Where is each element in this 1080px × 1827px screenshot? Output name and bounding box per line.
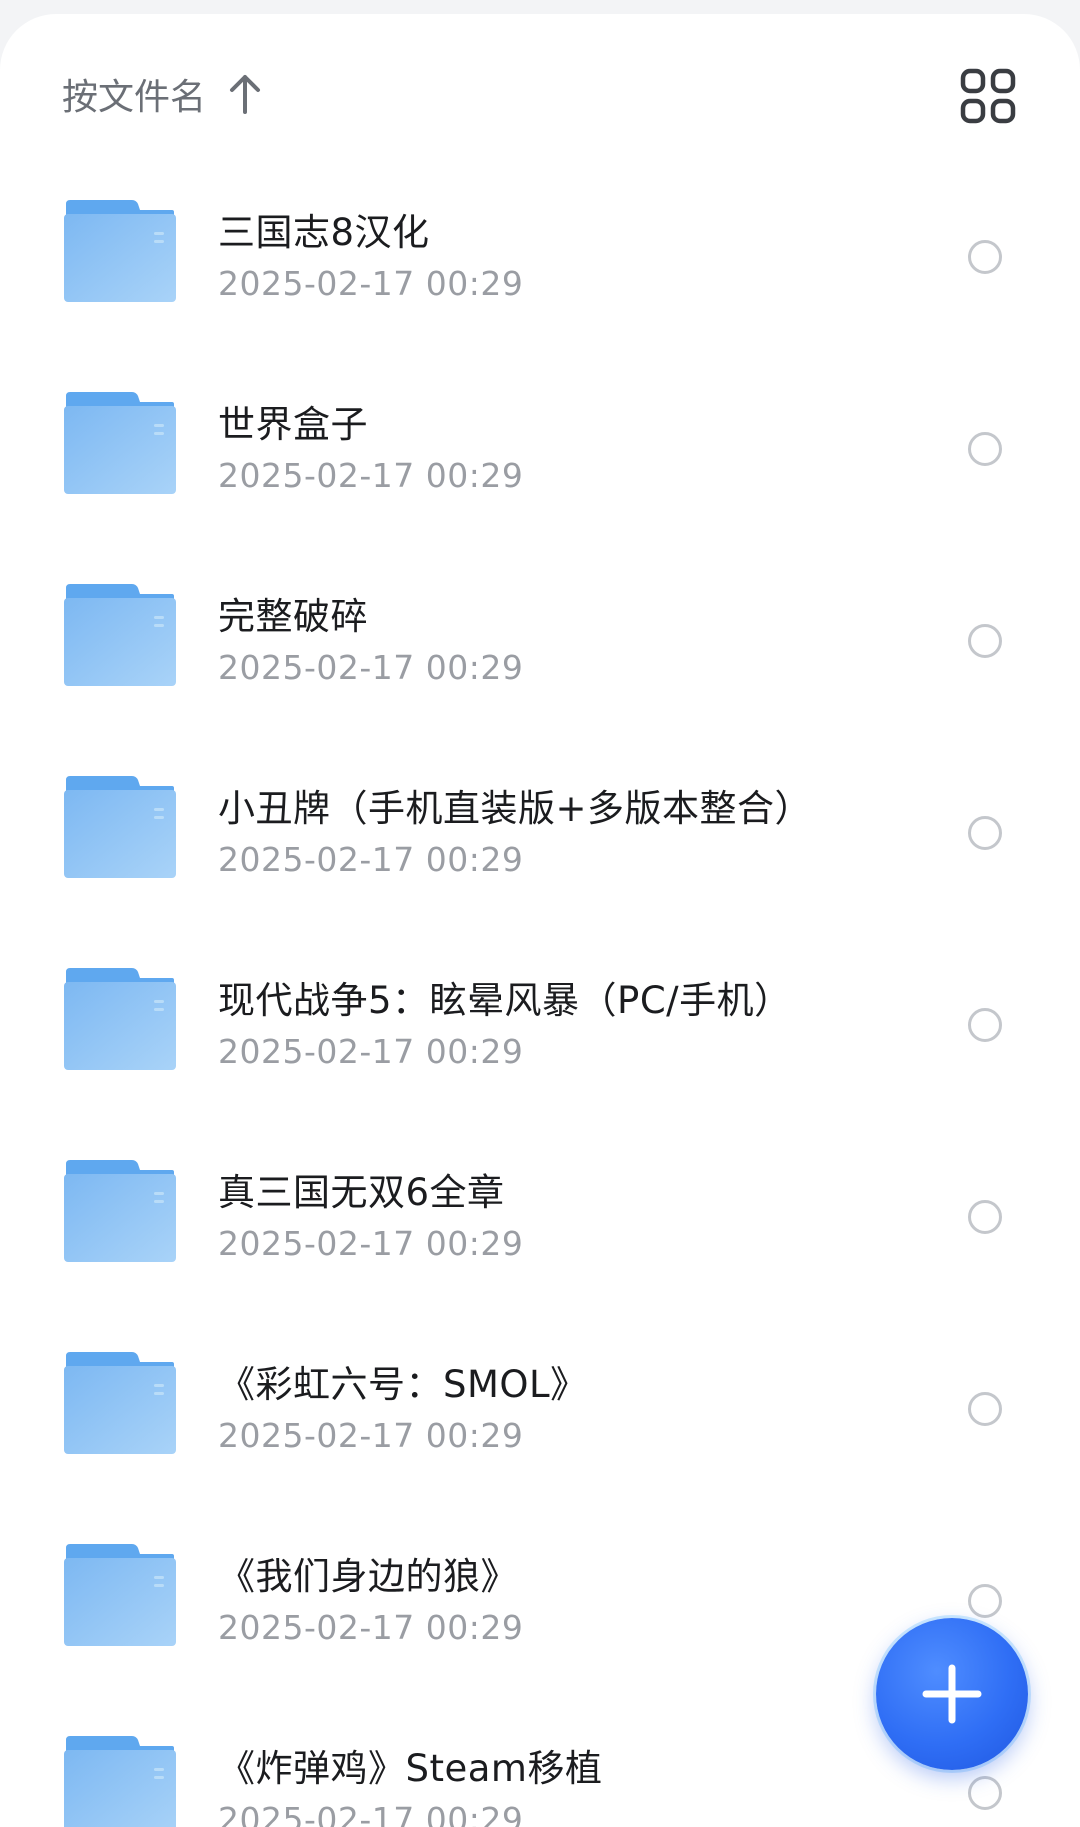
add-button[interactable] (876, 1618, 1028, 1770)
file-name: 世界盒子 (218, 403, 368, 446)
file-list-item[interactable]: 三国志8汉化 2025-02-17 00:29 (0, 164, 1080, 356)
plus-icon (920, 1662, 984, 1726)
file-list: 三国志8汉化 2025-02-17 00:29 世界盒子 2025-02-17 … (0, 164, 1080, 1827)
file-date: 2025-02-17 00:29 (218, 1224, 524, 1263)
select-checkbox[interactable] (968, 1776, 1002, 1810)
file-list-item[interactable]: 真三国无双6全章 2025-02-17 00:29 (0, 1124, 1080, 1316)
grid-view-icon (960, 68, 1016, 124)
select-checkbox[interactable] (968, 240, 1002, 274)
file-date: 2025-02-17 00:29 (218, 456, 524, 495)
folder-icon (64, 198, 176, 302)
select-checkbox[interactable] (968, 816, 1002, 850)
file-name: 完整破碎 (218, 595, 368, 638)
file-list-item[interactable]: 现代战争5：眩晕风暴（PC/手机） 2025-02-17 00:29 (0, 932, 1080, 1124)
folder-icon (64, 1350, 176, 1454)
grid-view-button[interactable] (960, 68, 1016, 124)
folder-icon (64, 582, 176, 686)
file-name: 现代战争5：眩晕风暴（PC/手机） (218, 979, 792, 1022)
file-date: 2025-02-17 00:29 (218, 1416, 524, 1455)
folder-icon (64, 1158, 176, 1262)
file-date: 2025-02-17 00:29 (218, 1608, 524, 1647)
folder-icon (64, 390, 176, 494)
list-header: 按文件名 (0, 14, 1080, 164)
sort-label: 按文件名 (62, 77, 207, 118)
file-date: 2025-02-17 00:29 (218, 1032, 524, 1071)
file-list-item[interactable]: 完整破碎 2025-02-17 00:29 (0, 548, 1080, 740)
select-checkbox[interactable] (968, 1584, 1002, 1618)
select-checkbox[interactable] (968, 1392, 1002, 1426)
select-checkbox[interactable] (968, 1200, 1002, 1234)
file-name: 真三国无双6全章 (218, 1171, 505, 1214)
file-date: 2025-02-17 00:29 (218, 264, 524, 303)
file-name: 《炸弹鸡》Steam移植 (218, 1747, 603, 1790)
folder-icon (64, 1734, 176, 1827)
file-name: 《彩虹六号：SMOL》 (218, 1363, 588, 1406)
file-date: 2025-02-17 00:29 (218, 648, 524, 687)
select-checkbox[interactable] (968, 1008, 1002, 1042)
file-name: 《我们身边的狼》 (218, 1555, 518, 1598)
select-checkbox[interactable] (968, 624, 1002, 658)
file-list-item[interactable]: 《彩虹六号：SMOL》 2025-02-17 00:29 (0, 1316, 1080, 1508)
arrow-up-icon (228, 74, 262, 114)
folder-icon (64, 1542, 176, 1646)
folder-icon (64, 774, 176, 878)
sort-by-name-button[interactable]: 按文件名 (62, 64, 262, 124)
select-checkbox[interactable] (968, 432, 1002, 466)
file-date: 2025-02-17 00:29 (218, 840, 524, 879)
file-list-item[interactable]: 小丑牌（手机直装版+多版本整合） 2025-02-17 00:29 (0, 740, 1080, 932)
file-name: 小丑牌（手机直装版+多版本整合） (218, 787, 813, 830)
file-list-item[interactable]: 世界盒子 2025-02-17 00:29 (0, 356, 1080, 548)
file-list-sheet: 按文件名 三国志8汉化 2025-02-17 00:29 世界盒子 2025-0… (0, 14, 1080, 1827)
file-date: 2025-02-17 00:29 (218, 1800, 524, 1827)
folder-icon (64, 966, 176, 1070)
file-name: 三国志8汉化 (218, 211, 430, 254)
